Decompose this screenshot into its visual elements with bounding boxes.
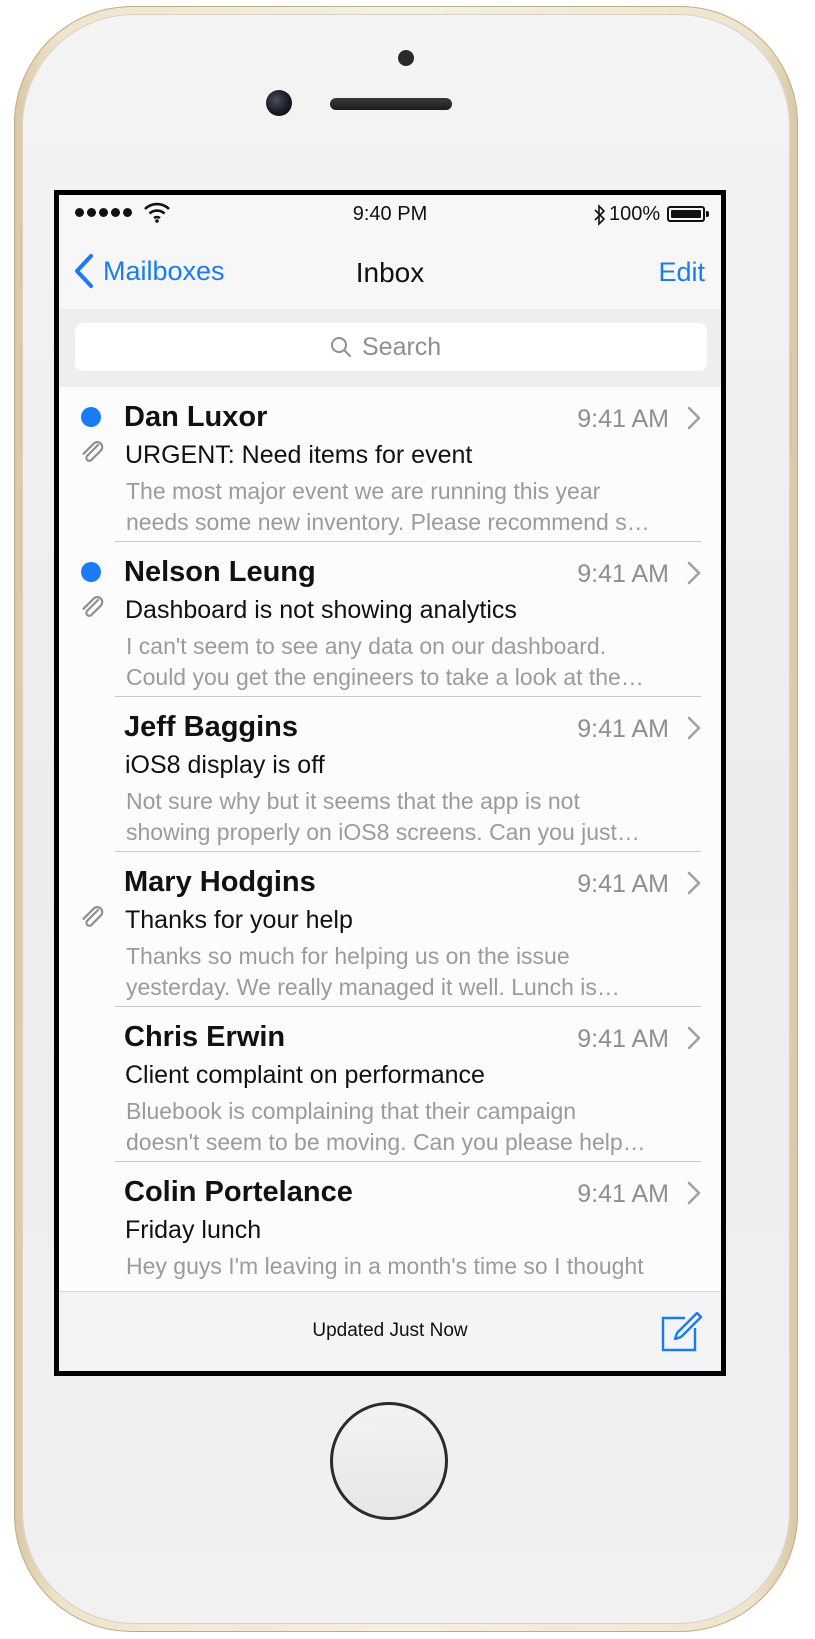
- preview-line: doesn't seem to be moving. Can you pleas…: [126, 1129, 646, 1155]
- message-sender: Jeff Baggins: [124, 711, 299, 743]
- search-icon: [331, 337, 351, 357]
- message-subject: Friday lunch: [125, 1216, 262, 1244]
- message-sender: Nelson Leung: [124, 556, 316, 588]
- edit-button[interactable]: Edit: [658, 257, 705, 288]
- message-time: 9:41 AM: [577, 870, 669, 898]
- chevron-right-icon: [687, 561, 701, 585]
- bluetooth-icon: [594, 204, 606, 226]
- proximity-sensor: [398, 50, 414, 66]
- message-preview: The most major event we are running this…: [126, 476, 686, 538]
- compose-icon[interactable]: [659, 1310, 703, 1352]
- home-button[interactable]: [330, 1402, 448, 1520]
- chevron-right-icon: [687, 1181, 701, 1205]
- preview-line: I can't seem to see any data on our dash…: [126, 633, 607, 659]
- search-input[interactable]: [362, 332, 452, 362]
- preview-line: Not sure why but it seems that the app i…: [126, 788, 580, 814]
- chevron-right-icon: [687, 406, 701, 430]
- message-time: 9:41 AM: [577, 1025, 669, 1053]
- preview-line: The most major event we are running this…: [126, 478, 601, 504]
- message-preview: I can't seem to see any data on our dash…: [126, 631, 686, 693]
- chevron-right-icon: [687, 1026, 701, 1050]
- mail-screen: 9:40 PM 100% Mailboxes Inbox Edit Search…: [59, 195, 721, 1371]
- message-preview: Hey guys I'm leaving in a month's time s…: [126, 1251, 686, 1282]
- message-subject: URGENT: Need items for event: [125, 441, 473, 469]
- message-subject: Client complaint on performance: [125, 1061, 485, 1089]
- search-field[interactable]: [75, 323, 707, 371]
- message-sender: Dan Luxor: [124, 401, 268, 433]
- message-time: 9:41 AM: [577, 405, 669, 433]
- message-sender: Colin Portelance: [124, 1176, 353, 1208]
- message-preview: Thanks so much for helping us on the iss…: [126, 941, 686, 1003]
- message-list[interactable]: Dan Luxor 9:41 AM URGENT: Need items for…: [59, 387, 721, 1291]
- message-time: 9:41 AM: [577, 1180, 669, 1208]
- preview-line: Could you get the engineers to take a lo…: [126, 664, 644, 690]
- message-sender: Chris Erwin: [124, 1021, 286, 1053]
- message-subject: Dashboard is not showing analytics: [125, 596, 517, 624]
- attachment-icon: [82, 441, 104, 462]
- message-row[interactable]: Jeff Baggins 9:41 AM iOS8 display is off…: [59, 697, 721, 852]
- message-row[interactable]: Mary Hodgins 9:41 AM Thanks for your hel…: [59, 852, 721, 1007]
- update-status: Updated Just Now: [312, 1320, 468, 1341]
- unread-dot-icon: [81, 562, 101, 582]
- page-title: Inbox: [355, 257, 425, 288]
- preview-line: showing properly on iOS8 screens. Can yo…: [126, 819, 640, 845]
- battery-icon: [667, 206, 709, 222]
- attachment-icon: [82, 596, 104, 617]
- message-preview: Bluebook is complaining that their campa…: [126, 1096, 686, 1158]
- message-row[interactable]: Nelson Leung 9:41 AM Dashboard is not sh…: [59, 542, 721, 697]
- preview-line: Hey guys I'm leaving in a month's time s…: [126, 1253, 644, 1279]
- bottom-toolbar: Updated Just Now: [59, 1291, 721, 1371]
- search-bar-container: [59, 309, 721, 387]
- preview-line: Thanks so much for helping us on the iss…: [126, 943, 570, 969]
- message-row[interactable]: Dan Luxor 9:41 AM URGENT: Need items for…: [59, 387, 721, 542]
- preview-line: Bluebook is complaining that their campa…: [126, 1098, 577, 1124]
- chevron-right-icon: [687, 716, 701, 740]
- message-subject: iOS8 display is off: [125, 751, 325, 779]
- message-subject: Thanks for your help: [125, 906, 353, 934]
- message-time: 9:41 AM: [577, 560, 669, 588]
- navigation-bar: Mailboxes Inbox Edit: [59, 233, 721, 309]
- preview-line: needs some new inventory. Please recomme…: [126, 509, 650, 535]
- message-row[interactable]: Colin Portelance 9:41 AM Friday lunch He…: [59, 1162, 721, 1291]
- message-preview: Not sure why but it seems that the app i…: [126, 786, 686, 848]
- attachment-icon: [82, 906, 104, 927]
- unread-dot-icon: [81, 407, 101, 427]
- message-row[interactable]: Chris Erwin 9:41 AM Client complaint on …: [59, 1007, 721, 1162]
- chevron-right-icon: [687, 871, 701, 895]
- earpiece-speaker: [330, 98, 452, 110]
- status-bar: 9:40 PM 100%: [59, 195, 721, 233]
- message-time: 9:41 AM: [577, 715, 669, 743]
- battery-percent: 100%: [609, 203, 661, 225]
- front-camera: [266, 90, 292, 116]
- message-sender: Mary Hodgins: [124, 866, 316, 898]
- preview-line: yesterday. We really managed it well. Lu…: [126, 974, 620, 1000]
